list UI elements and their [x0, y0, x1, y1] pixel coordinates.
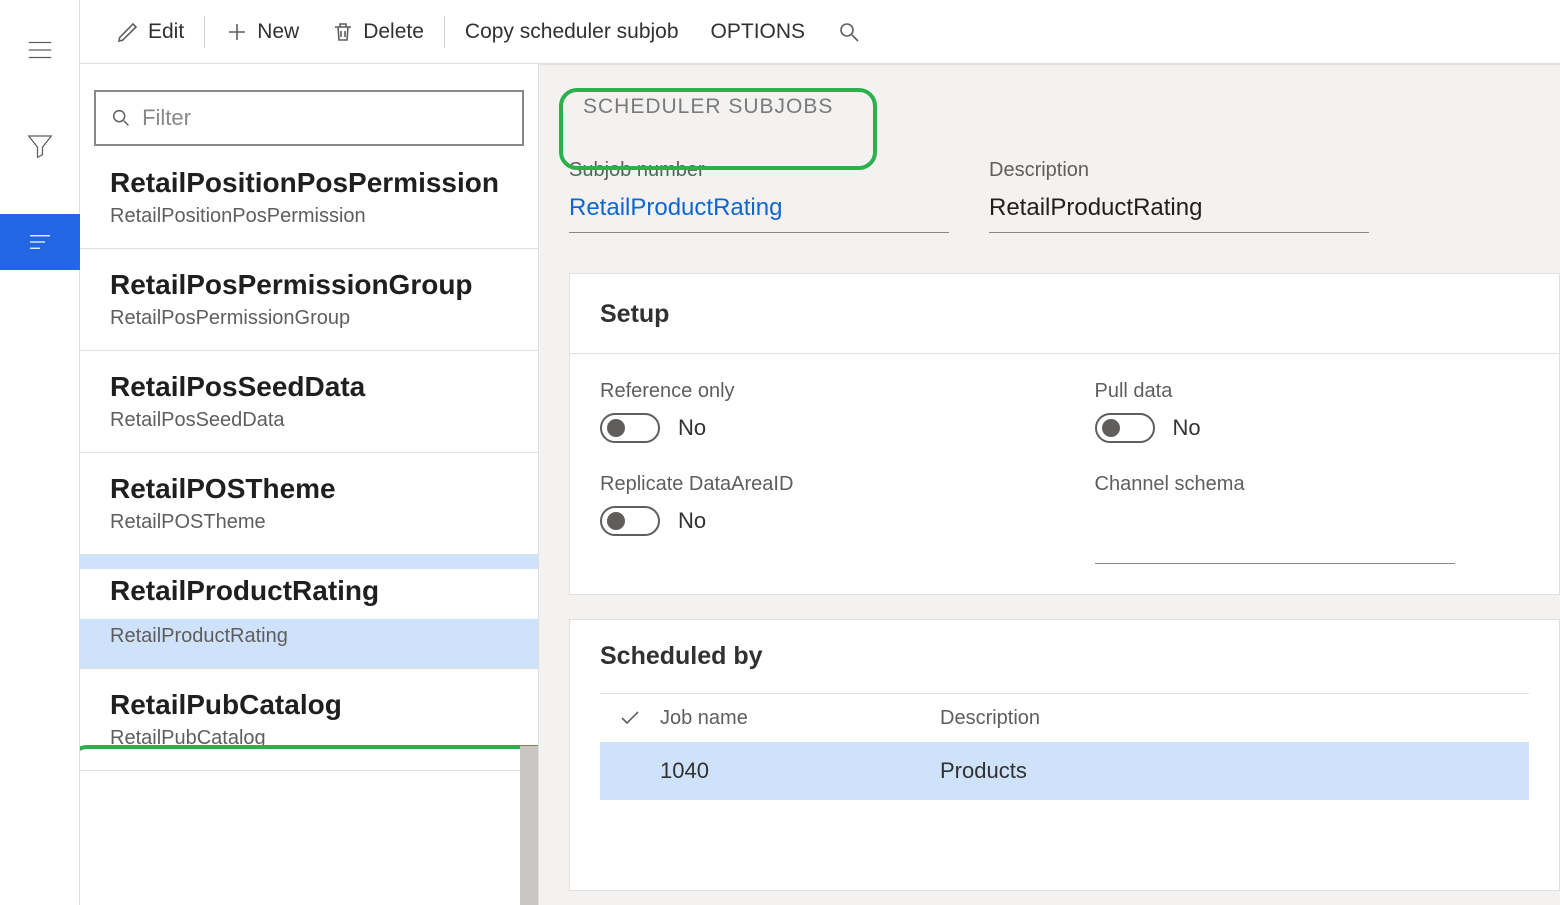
setup-card: Setup Reference only No Pull data — [569, 273, 1560, 595]
table-empty-space — [600, 800, 1529, 890]
table-header: Job name Description — [600, 693, 1529, 742]
field-label: Description — [989, 159, 1369, 182]
list-item-sub: RetailPubCatalog — [110, 727, 514, 750]
trash-icon — [331, 20, 355, 44]
field-label: Subjob number — [569, 159, 949, 182]
list-icon — [25, 227, 55, 257]
scrollbar-thumb[interactable] — [520, 746, 538, 905]
list-item-title: RetailPOSTheme — [110, 473, 514, 505]
field-replicate-dataareaid: Replicate DataAreaID No — [600, 473, 1035, 564]
list-item-title: RetailPosSeedData — [110, 371, 514, 403]
plus-icon — [225, 20, 249, 44]
toggle-reference-only[interactable] — [600, 413, 660, 443]
edit-button[interactable]: Edit — [100, 0, 200, 63]
list-item[interactable]: RetailPositionPosPermission RetailPositi… — [80, 164, 538, 249]
list-item-sub: RetailPosPermissionGroup — [110, 307, 514, 330]
list-item-title: RetailPositionPosPermission — [110, 167, 514, 199]
col-job-name[interactable]: Job name — [660, 707, 940, 730]
field-description: Description RetailProductRating — [989, 159, 1369, 233]
check-icon — [618, 706, 642, 730]
subjob-list-panel: RetailPositionPosPermission RetailPositi… — [80, 64, 538, 905]
delete-label: Delete — [363, 20, 424, 44]
list-item[interactable]: RetailPubCatalog RetailPubCatalog — [80, 668, 538, 771]
nav-filter-funnel[interactable] — [0, 118, 80, 174]
nav-hamburger[interactable] — [0, 22, 80, 78]
list-item-title: RetailPosPermissionGroup — [110, 269, 514, 301]
filter-box[interactable] — [94, 90, 524, 146]
setup-heading: Setup — [600, 300, 1529, 329]
toolbar-separator — [204, 16, 205, 48]
cell-job-name: 1040 — [660, 758, 940, 784]
description-value[interactable]: RetailProductRating — [989, 188, 1369, 233]
col-description[interactable]: Description — [940, 707, 1529, 730]
toggle-value: No — [678, 415, 706, 441]
nav-rail — [0, 0, 80, 905]
list-item-selected[interactable]: RetailProductRating RetailProductRating — [80, 554, 538, 669]
list-item-title: RetailProductRating — [110, 575, 514, 607]
delete-button[interactable]: Delete — [315, 0, 440, 63]
toggle-replicate-dataareaid[interactable] — [600, 506, 660, 536]
toolbar-search[interactable] — [821, 0, 877, 63]
edit-label: Edit — [148, 20, 184, 44]
toggle-value: No — [678, 508, 706, 534]
table-row[interactable]: 1040 Products — [600, 742, 1529, 800]
action-toolbar: Edit New Delete Copy scheduler subjob OP… — [80, 0, 1560, 64]
hamburger-icon — [25, 35, 55, 65]
funnel-icon — [25, 131, 55, 161]
search-icon — [110, 106, 132, 130]
scheduled-table: Job name Description 1040 Products — [600, 693, 1529, 890]
card-divider — [570, 353, 1559, 354]
list-item[interactable]: RetailPosSeedData RetailPosSeedData — [80, 350, 538, 453]
toggle-pull-data[interactable] — [1095, 413, 1155, 443]
subjob-list: RetailPositionPosPermission RetailPositi… — [80, 164, 538, 905]
field-pull-data: Pull data No — [1095, 380, 1530, 443]
field-label: Replicate DataAreaID — [600, 473, 1035, 496]
field-reference-only: Reference only No — [600, 380, 1035, 443]
toggle-value: No — [1173, 415, 1201, 441]
field-channel-schema: Channel schema — [1095, 473, 1530, 564]
field-label: Channel schema — [1095, 473, 1530, 496]
channel-schema-input[interactable] — [1095, 524, 1455, 564]
list-item-sub: RetailPosSeedData — [110, 409, 514, 432]
toolbar-separator — [444, 16, 445, 48]
list-item-sub: RetailPositionPosPermission — [110, 205, 514, 228]
new-label: New — [257, 20, 299, 44]
field-subjob-number: Subjob number RetailProductRating — [569, 159, 949, 233]
options-button[interactable]: OPTIONS — [695, 0, 822, 63]
detail-panel: SCHEDULER SUBJOBS Subjob number RetailPr… — [538, 64, 1560, 905]
table-check-header[interactable] — [600, 706, 660, 730]
scheduled-by-card: Scheduled by Job name Description 1040 — [569, 619, 1560, 891]
list-item[interactable]: RetailPOSTheme RetailPOSTheme — [80, 452, 538, 555]
copy-subjob-label: Copy scheduler subjob — [465, 20, 679, 44]
subjob-number-value[interactable]: RetailProductRating — [569, 188, 949, 233]
copy-subjob-button[interactable]: Copy scheduler subjob — [449, 0, 695, 63]
scheduled-heading: Scheduled by — [600, 642, 1529, 671]
list-item-sub: RetailProductRating — [110, 625, 514, 648]
new-button[interactable]: New — [209, 0, 315, 63]
cell-description: Products — [940, 758, 1529, 784]
list-item[interactable]: RetailPosPermissionGroup RetailPosPermis… — [80, 248, 538, 351]
nav-list-active[interactable] — [0, 214, 80, 270]
filter-input[interactable] — [142, 105, 508, 131]
options-label: OPTIONS — [711, 20, 806, 44]
list-item-sub: RetailPOSTheme — [110, 511, 514, 534]
field-label: Reference only — [600, 380, 1035, 403]
list-item-title: RetailPubCatalog — [110, 689, 514, 721]
page-title: SCHEDULER SUBJOBS — [583, 95, 833, 119]
search-icon — [837, 20, 861, 44]
pencil-icon — [116, 20, 140, 44]
field-label: Pull data — [1095, 380, 1530, 403]
